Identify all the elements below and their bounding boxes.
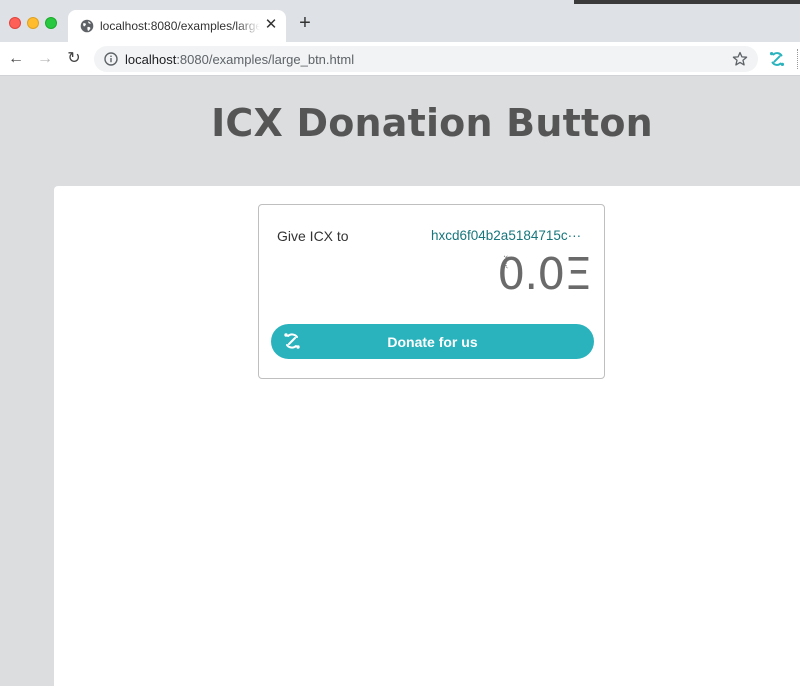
close-icon[interactable]: ✕: [264, 17, 278, 33]
zoom-window-button[interactable]: [45, 17, 57, 29]
donate-button[interactable]: Donate for us: [271, 324, 594, 359]
forward-arrow-icon[interactable]: →: [35, 49, 55, 69]
reload-icon[interactable]: ↻: [64, 49, 84, 69]
background-window-edge: [574, 0, 800, 4]
close-window-button[interactable]: [9, 17, 21, 29]
browser-toolbar: ← → ↻ localhost:8080/examples/large_btn.…: [0, 42, 800, 76]
wallet-address[interactable]: hxcd6f04b2a5184715c···: [431, 228, 583, 243]
globe-icon: [80, 19, 94, 33]
url-text[interactable]: localhost:8080/examples/large_btn.html: [125, 52, 354, 67]
back-arrow-icon[interactable]: ←: [6, 49, 26, 69]
browser-tab[interactable]: localhost:8080/examples/large_btn.html ✕: [68, 10, 286, 42]
donate-button-label: Donate for us: [387, 334, 478, 350]
give-label: Give ICX to: [277, 228, 349, 244]
browser-titlebar: localhost:8080/examples/large_btn.html ✕…: [0, 0, 800, 42]
url-host: localhost: [125, 52, 177, 67]
tab-title: localhost:8080/examples/large_btn.html: [100, 19, 260, 33]
page-title: ICX Donation Button: [211, 101, 653, 145]
toolbar-menu-separator: [797, 49, 799, 69]
plus-icon[interactable]: +: [296, 13, 314, 33]
star-icon[interactable]: [732, 51, 748, 67]
minimize-window-button[interactable]: [27, 17, 39, 29]
address-bar[interactable]: localhost:8080/examples/large_btn.html: [94, 46, 758, 72]
icon-extension-icon[interactable]: [768, 50, 786, 68]
info-icon[interactable]: [104, 52, 118, 66]
url-path: :8080/examples/large_btn.html: [176, 52, 355, 67]
donation-amount[interactable]: 0.0Ξ: [497, 249, 592, 300]
donation-card: Give ICX to hxcd6f04b2a5184715c··· 0.0Ξ …: [258, 204, 605, 379]
